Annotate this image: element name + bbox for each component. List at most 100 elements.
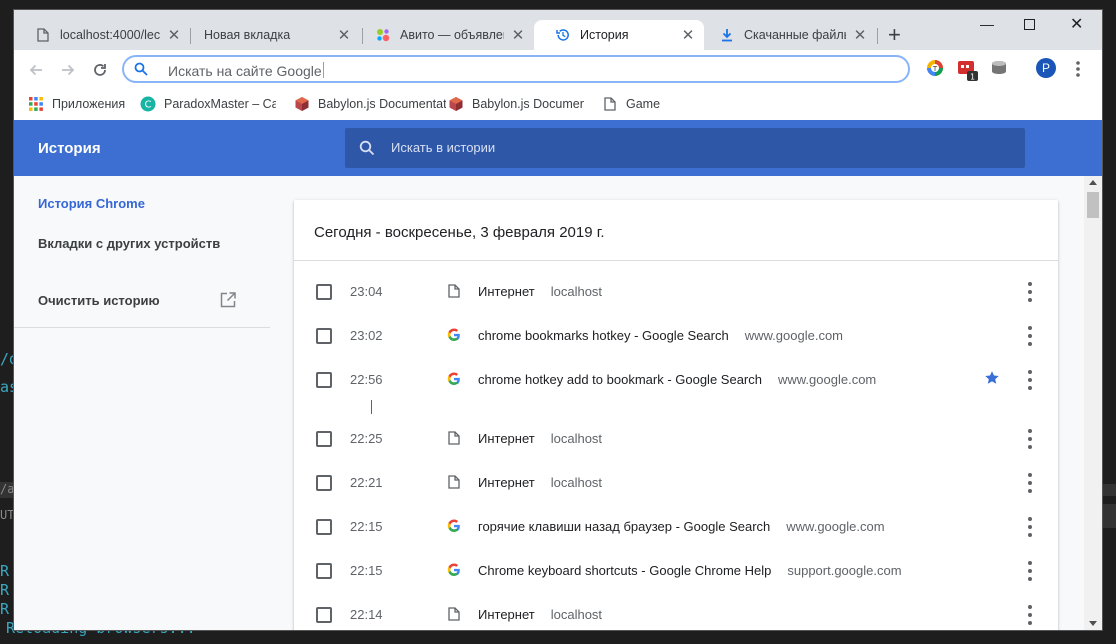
- more-actions-icon[interactable]: [1022, 605, 1038, 625]
- entry-checkbox[interactable]: [316, 607, 332, 623]
- entry-time: 23:04: [350, 284, 383, 299]
- terminal-line: R: [0, 581, 10, 599]
- tab-title: localhost:4000/lectures: [60, 28, 160, 42]
- terminal-panel: [1102, 504, 1116, 528]
- open-external-icon[interactable]: [220, 292, 236, 313]
- scrollbar[interactable]: [1084, 176, 1102, 630]
- scroll-up-arrow-icon[interactable]: [1089, 180, 1097, 185]
- reload-icon: [94, 64, 106, 76]
- history-sidebar: История Chrome Вкладки с других устройст…: [14, 176, 284, 630]
- back-arrow-icon: [29, 64, 42, 76]
- back-button[interactable]: [26, 60, 46, 80]
- bookmark-babylon-2[interactable]: Babylon.js Documentation: [448, 96, 584, 112]
- entry-time: 22:14: [350, 607, 383, 622]
- entry-title: Интернет: [478, 284, 535, 299]
- forward-button[interactable]: [58, 60, 78, 80]
- tab-avito[interactable]: Авито — объявления ✕: [354, 20, 534, 50]
- bookmark-game[interactable]: Game: [602, 96, 660, 112]
- paradox-icon: C: [140, 96, 156, 112]
- close-icon[interactable]: ✕: [166, 27, 182, 44]
- history-entry-row[interactable]: 22:15 горячие клавиши назад браузер - Goo…: [294, 505, 1058, 549]
- maximize-button[interactable]: [1024, 17, 1035, 33]
- address-bar[interactable]: Искать на сайте Google: [122, 55, 910, 83]
- sidebar-item-chrome-history[interactable]: История Chrome: [38, 196, 145, 211]
- entry-checkbox[interactable]: [316, 431, 332, 447]
- menu-icon[interactable]: [1070, 59, 1086, 79]
- bookmark-paradoxmaster[interactable]: C ParadoxMaster – Canvas: [140, 96, 276, 112]
- scroll-down-arrow-icon[interactable]: [1089, 621, 1097, 626]
- close-icon[interactable]: ✕: [680, 27, 696, 44]
- entry-title-link[interactable]: Chrome keyboard shortcuts - Google Chrom…: [478, 563, 902, 578]
- history-entry-row[interactable]: 23:02 chrome bookmarks hotkey - Google Se…: [294, 314, 1058, 358]
- entry-title-link[interactable]: Интернет localhost: [478, 607, 602, 622]
- entry-title-link[interactable]: Интернет localhost: [478, 431, 602, 446]
- page-icon: [446, 606, 462, 622]
- close-icon[interactable]: ✕: [336, 27, 352, 44]
- history-entry-row[interactable]: 22:15 Chrome keyboard shortcuts - Google …: [294, 549, 1058, 593]
- history-entry-row[interactable]: 22:14 Интернет localhost: [294, 593, 1058, 630]
- terminal-panel: [1102, 484, 1116, 496]
- database-extension-icon[interactable]: [990, 59, 1010, 79]
- sidebar-divider: [14, 327, 270, 328]
- close-window-button[interactable]: ✕: [1070, 14, 1083, 34]
- scroll-thumb[interactable]: [1087, 192, 1099, 218]
- entry-time: 22:15: [350, 519, 383, 534]
- entry-title: chrome hotkey add to bookmark - Google S…: [478, 372, 762, 387]
- tab-downloads[interactable]: Скачанные файлы ✕: [704, 20, 876, 50]
- entry-title-link[interactable]: Интернет localhost: [478, 284, 602, 299]
- history-entry-row[interactable]: 22:21 Интернет localhost: [294, 461, 1058, 505]
- page-icon: [446, 474, 462, 490]
- entry-title-link[interactable]: горячие клавиши назад браузер - Google S…: [478, 519, 885, 534]
- entry-time: 22:56: [350, 372, 383, 387]
- reload-button[interactable]: [90, 60, 110, 80]
- close-icon[interactable]: ✕: [510, 27, 526, 44]
- extension-badge: 1: [970, 73, 975, 82]
- entry-title-link[interactable]: Интернет localhost: [478, 475, 602, 490]
- entry-title-link[interactable]: chrome hotkey add to bookmark - Google S…: [478, 372, 876, 387]
- tab-localhost[interactable]: localhost:4000/lectures ✕: [14, 20, 190, 50]
- entry-domain: localhost: [550, 431, 603, 446]
- profile-avatar[interactable]: P: [1036, 58, 1056, 78]
- sidebar-item-other-devices[interactable]: Вкладки с других устройств: [38, 236, 220, 251]
- bookmark-apps[interactable]: Приложения: [28, 96, 125, 112]
- google-icon: [446, 562, 462, 578]
- more-actions-icon[interactable]: [1022, 473, 1038, 493]
- entry-checkbox[interactable]: [316, 372, 332, 388]
- entry-domain: localhost: [550, 284, 603, 299]
- session-gap-marker: [371, 400, 372, 414]
- entry-domain: support.google.com: [787, 563, 902, 578]
- history-entry-row[interactable]: 22:56 chrome hotkey add to bookmark - Goo…: [294, 358, 1058, 402]
- entry-checkbox[interactable]: [316, 563, 332, 579]
- google-icon: [446, 327, 462, 343]
- entry-title-link[interactable]: chrome bookmarks hotkey - Google Search w…: [478, 328, 843, 343]
- history-entry-row[interactable]: 23:04 Интернет localhost: [294, 270, 1058, 314]
- bookmark-label: Babylon.js Documentation: [318, 97, 446, 111]
- more-actions-icon[interactable]: [1022, 282, 1038, 302]
- color-extension-icon[interactable]: T: [926, 59, 946, 79]
- entry-checkbox[interactable]: [316, 519, 332, 535]
- bookmarks-bar: Приложения C ParadoxMaster – Canvas Baby…: [14, 88, 1102, 121]
- minimize-button[interactable]: —: [980, 16, 994, 32]
- entry-checkbox[interactable]: [316, 328, 332, 344]
- history-entry-row[interactable]: 22:25 Интернет localhost: [294, 417, 1058, 461]
- more-actions-icon[interactable]: [1022, 561, 1038, 581]
- bookmark-babylon-1[interactable]: Babylon.js Documentation: [294, 96, 446, 112]
- download-icon: [720, 28, 734, 42]
- entry-checkbox[interactable]: [316, 284, 332, 300]
- more-actions-icon[interactable]: [1022, 429, 1038, 449]
- bookmark-star-icon[interactable]: [984, 370, 1000, 389]
- counter-extension-icon[interactable]: 1: [958, 59, 978, 82]
- more-actions-icon[interactable]: [1022, 517, 1038, 537]
- close-icon[interactable]: ✕: [852, 27, 868, 44]
- more-actions-icon[interactable]: [1022, 370, 1038, 390]
- tab-new-tab[interactable]: Новая вкладка ✕: [182, 20, 360, 50]
- clear-history-link[interactable]: Очистить историю: [38, 293, 160, 308]
- entry-checkbox[interactable]: [316, 475, 332, 491]
- new-tab-button[interactable]: +: [888, 24, 901, 46]
- history-search-input[interactable]: Искать в истории: [345, 128, 1025, 168]
- bookmark-label: ParadoxMaster – Canvas: [164, 97, 276, 111]
- entry-title: Интернет: [478, 607, 535, 622]
- page-icon: [36, 28, 50, 42]
- more-actions-icon[interactable]: [1022, 326, 1038, 346]
- tab-history[interactable]: История ✕: [534, 20, 704, 50]
